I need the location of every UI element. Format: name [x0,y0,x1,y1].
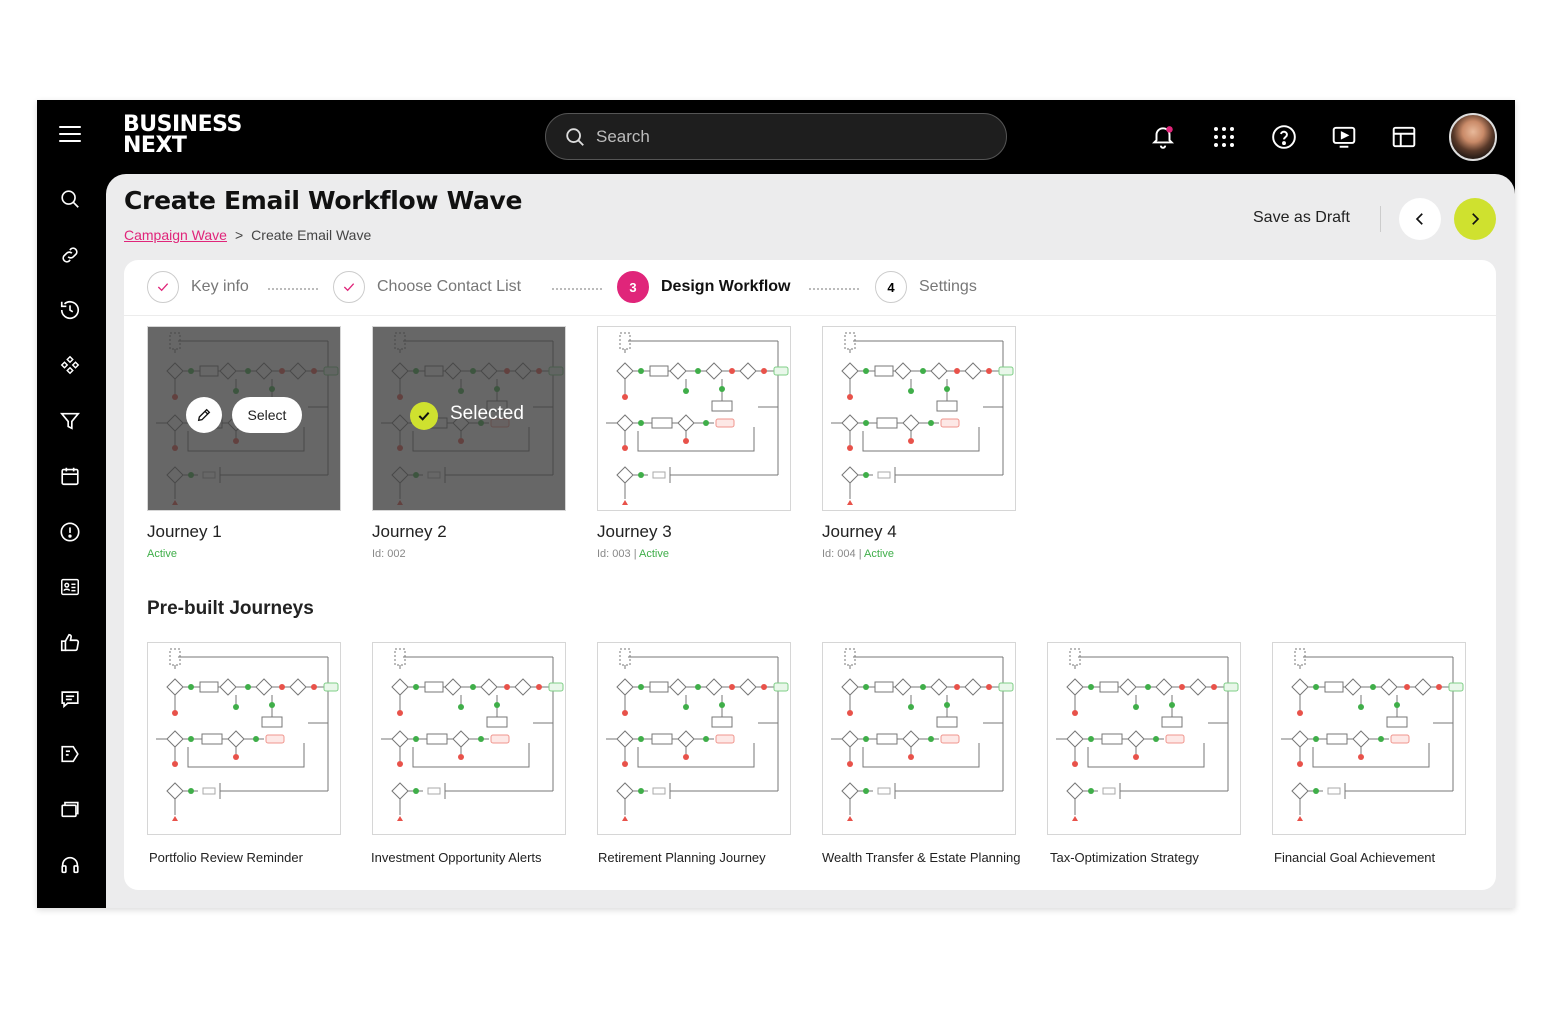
breadcrumb-current: Create Email Wave [251,227,372,243]
journey-thumbnail-1[interactable]: Select [147,326,341,511]
journey-status: Active [147,548,177,560]
hamburger-menu-icon[interactable] [59,126,81,144]
step-label: Key info [191,278,249,295]
journey-name: Journey 4 [822,522,897,541]
app-window: BUSINESS NEXT Search Create Email Workfl… [37,100,1515,908]
journey-meta: Id: 004 | Active [822,548,894,560]
journey-meta: Active [147,548,177,560]
select-journey-button[interactable]: Select [232,397,302,433]
step-done-check-icon [147,271,179,303]
previous-button[interactable] [1399,198,1441,240]
journey-thumbnail-2[interactable]: Selected [372,326,566,511]
step-label: Settings [919,278,977,295]
prebuilt-name: Tax-Optimization Strategy [1050,850,1199,865]
save-as-draft-button[interactable]: Save as Draft [1253,209,1350,227]
alert-icon[interactable] [57,519,83,545]
user-avatar[interactable] [1449,113,1497,161]
step-connector [552,288,602,290]
meta-separator: | [855,548,865,560]
bell-icon[interactable] [1148,122,1178,152]
search-bar[interactable]: Search [545,113,1007,160]
brand-logo: BUSINESS NEXT [123,112,242,158]
journey-meta: Id: 003 | Active [597,548,669,560]
campaign-icon[interactable] [57,741,83,767]
step-choose-contact-list[interactable]: Choose Contact List [333,271,521,303]
prebuilt-name: Retirement Planning Journey [598,850,766,865]
header-divider [1380,206,1381,232]
check-circle-icon [410,402,438,430]
prebuilt-name: Portfolio Review Reminder [149,850,303,865]
breadcrumb-link-campaign-wave[interactable]: Campaign Wave [124,227,227,243]
filter-icon[interactable] [57,408,83,434]
prebuilt-thumbnail[interactable] [1272,642,1466,835]
brand-line-1: BUSINESS [123,112,242,137]
journey-name: Journey 1 [147,522,222,541]
breadcrumb: Campaign Wave > Create Email Wave [124,227,371,243]
prebuilt-thumbnail[interactable] [1047,642,1241,835]
prebuilt-name: Wealth Transfer & Estate Planning [822,850,1021,865]
headset-icon[interactable] [57,852,83,878]
modules-icon[interactable] [57,352,83,378]
brand-line-2: NEXT [123,133,187,158]
selected-label: Selected [450,403,524,424]
help-icon[interactable] [1269,122,1299,152]
prebuilt-name: Financial Goal Achievement [1274,850,1436,865]
prebuilt-section-title: Pre-built Journeys [147,598,314,619]
main-panel: Create Email Workflow Wave Campaign Wave… [106,174,1515,908]
stack-icon[interactable] [57,796,83,822]
journey-id: Id: 002 [372,548,406,560]
nav-search-icon[interactable] [57,186,83,212]
chevron-right-icon [1472,213,1480,225]
step-key-info[interactable]: Key info [147,271,249,303]
prebuilt-thumbnail[interactable] [597,642,791,835]
step-number: 4 [875,271,907,303]
step-settings[interactable]: 4 Settings [875,271,977,303]
prebuilt-thumbnail[interactable] [147,642,341,835]
workflow-card: Key info Choose Contact List 3 Design Wo… [124,260,1496,890]
journey-id: Id: 004 [822,548,856,560]
step-label: Design Workflow [661,278,791,295]
step-label: Choose Contact List [377,278,522,295]
journey-id: Id: 003 [597,548,631,560]
prebuilt-name: Investment Opportunity Alerts [371,850,542,865]
apps-grid-icon[interactable] [1209,122,1239,152]
calendar-icon[interactable] [57,463,83,489]
step-connector [809,288,859,290]
journey-name: Journey 3 [597,522,672,541]
breadcrumb-separator: > [234,227,244,243]
layout-icon[interactable] [1389,122,1419,152]
prebuilt-thumbnail[interactable] [372,642,566,835]
search-placeholder: Search [596,126,650,146]
thumbs-up-icon[interactable] [57,630,83,656]
journey-thumbnail-3[interactable] [597,326,791,511]
journey-status: Active [864,548,894,560]
play-screen-icon[interactable] [1329,122,1359,152]
step-number: 3 [617,271,649,303]
chevron-left-icon [1415,213,1423,225]
step-connector [268,288,318,290]
journey-status: Active [639,548,669,560]
search-icon [566,127,584,146]
stepper: Key info Choose Contact List 3 Design Wo… [124,260,1496,316]
chat-icon[interactable] [57,686,83,712]
step-design-workflow[interactable]: 3 Design Workflow [617,271,791,303]
contact-card-icon[interactable] [57,574,83,600]
journey-meta: Id: 002 [372,548,406,560]
link-icon[interactable] [57,242,83,268]
history-icon[interactable] [57,297,83,323]
page-title: Create Email Workflow Wave [124,186,523,215]
step-done-check-icon [333,271,365,303]
pencil-icon [197,408,211,422]
prebuilt-thumbnail[interactable] [822,642,1016,835]
journey-thumbnail-4[interactable] [822,326,1016,511]
journey-name: Journey 2 [372,522,447,541]
meta-separator: | [630,548,640,560]
edit-journey-button[interactable] [186,397,222,433]
next-button[interactable] [1454,198,1496,240]
